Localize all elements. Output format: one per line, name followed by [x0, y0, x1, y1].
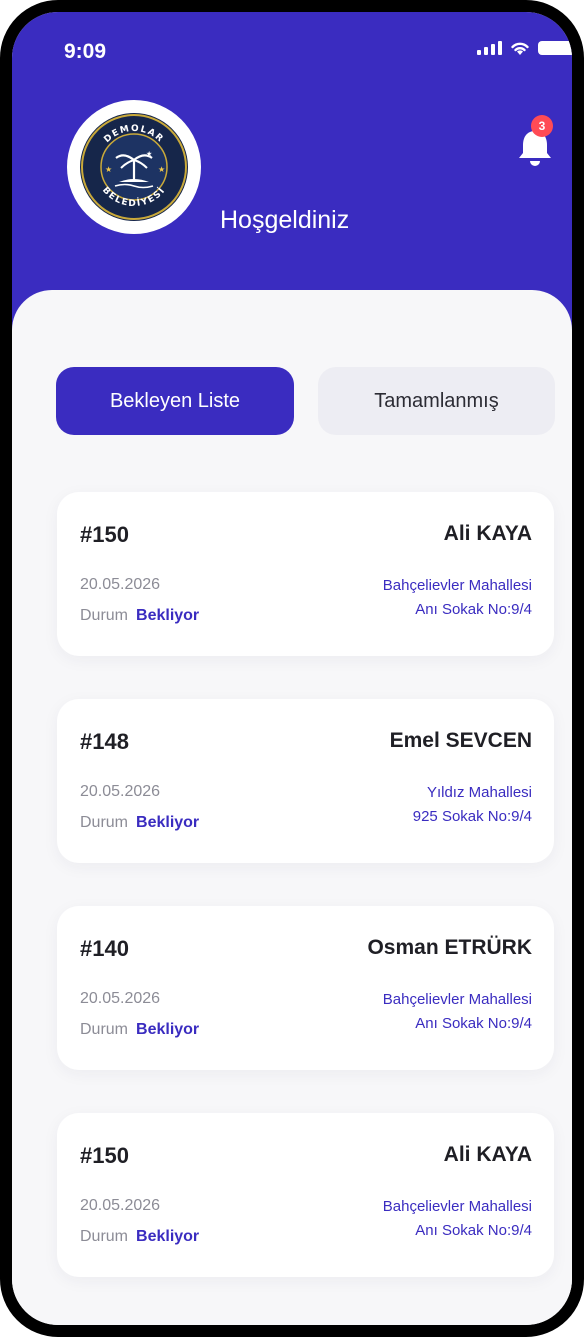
address-line-1: Bahçelievler Mahallesi	[382, 577, 532, 594]
status-bar: 9:09	[12, 12, 572, 72]
status-line: Durum Bekliyor	[80, 1228, 199, 1246]
status-value: Bekliyor	[136, 1021, 200, 1038]
status-icons	[477, 40, 572, 56]
municipality-logo: DEMOLAR BELEDİYESİ ★ ★ ★	[67, 100, 201, 234]
request-card[interactable]: #150 Ali KAYA 20.05.2026 Durum Bekliyor B…	[57, 492, 554, 656]
header: 9:09 DEMOLAR BELEDİYESİ ★ ★ ★ Hoşgeldini…	[12, 12, 572, 332]
status-label: Durum	[80, 1021, 129, 1038]
battery-icon	[538, 41, 572, 55]
address-line-2: 925 Sokak No:9/4	[412, 808, 532, 825]
address: Bahçelievler Mahallesi Anı Sokak No:9/4	[383, 574, 532, 622]
status-label: Durum	[80, 607, 129, 624]
request-number: #150	[80, 1143, 129, 1168]
status-time: 9:09	[64, 40, 107, 63]
signal-icon	[477, 41, 502, 55]
tab-completed[interactable]: Tamamlanmış	[318, 367, 555, 435]
status-value: Bekliyor	[136, 814, 200, 831]
logo-emblem: DEMOLAR BELEDİYESİ ★ ★ ★	[80, 113, 188, 221]
requester-name: Ali KAYA	[443, 522, 532, 545]
status-label: Durum	[80, 814, 129, 831]
request-date: 20.05.2026	[80, 783, 161, 800]
request-date: 20.05.2026	[80, 1197, 161, 1214]
address-line-2: Anı Sokak No:9/4	[415, 1222, 532, 1239]
wifi-icon	[511, 42, 529, 55]
request-number: #148	[80, 729, 129, 754]
status-line: Durum Bekliyor	[80, 607, 199, 625]
status-line: Durum Bekliyor	[80, 814, 199, 832]
status-label: Durum	[80, 1228, 129, 1245]
address: Bahçelievler Mahallesi Anı Sokak No:9/4	[383, 1195, 532, 1243]
requester-name: Ali KAYA	[443, 1143, 532, 1166]
request-date: 20.05.2026	[80, 990, 161, 1007]
svg-text:★: ★	[146, 150, 152, 158]
requester-name: Emel SEVCEN	[389, 729, 532, 752]
status-value: Bekliyor	[136, 607, 200, 624]
request-card[interactable]: #150 Ali KAYA 20.05.2026 Durum Bekliyor B…	[57, 1113, 554, 1277]
address-line-2: Anı Sokak No:9/4	[415, 601, 532, 618]
address-line-1: Bahçelievler Mahallesi	[382, 991, 532, 1008]
request-date: 20.05.2026	[80, 576, 161, 593]
tab-pending-list[interactable]: Bekleyen Liste	[56, 367, 294, 435]
requester-name: Osman ETRÜRK	[367, 936, 532, 959]
address: Yıldız Mahallesi 925 Sokak No:9/4	[413, 781, 532, 829]
status-line: Durum Bekliyor	[80, 1021, 199, 1039]
phone-screen: 9:09 DEMOLAR BELEDİYESİ ★ ★ ★ Hoşgeldini…	[0, 0, 584, 1337]
address-line-1: Yıldız Mahallesi	[426, 784, 532, 801]
request-number: #140	[80, 936, 129, 961]
status-value: Bekliyor	[136, 1228, 200, 1245]
svg-text:★: ★	[105, 165, 112, 174]
address: Bahçelievler Mahallesi Anı Sokak No:9/4	[383, 988, 532, 1036]
address-line-2: Anı Sokak No:9/4	[415, 1015, 532, 1032]
svg-text:★: ★	[158, 165, 165, 174]
welcome-text: Hoşgeldiniz	[220, 206, 350, 234]
request-card[interactable]: #140 Osman ETRÜRK 20.05.2026 Durum Bekliy…	[57, 906, 554, 1070]
request-number: #150	[80, 522, 129, 547]
address-line-1: Bahçelievler Mahallesi	[382, 1198, 532, 1215]
notification-badge: 3	[531, 115, 553, 137]
request-card[interactable]: #148 Emel SEVCEN 20.05.2026 Durum Bekliyo…	[57, 699, 554, 863]
